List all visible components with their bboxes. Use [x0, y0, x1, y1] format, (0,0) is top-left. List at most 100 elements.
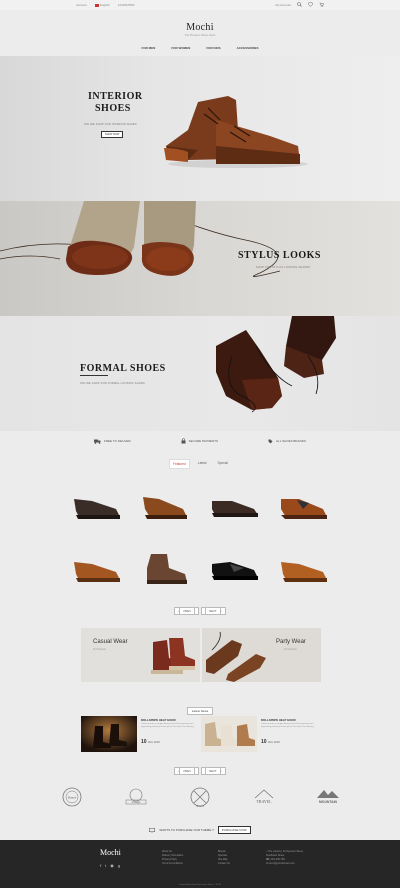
social-links: f t ◉ g	[100, 863, 120, 868]
brand-logo[interactable]: Brand	[186, 786, 214, 808]
site-logo[interactable]: Mochi	[0, 22, 400, 33]
crossed-arrows-icon: Brand	[190, 787, 210, 808]
email-line[interactable]: ✉ demo@yourdomain.com	[266, 862, 303, 866]
footer-link[interactable]: Terms & Conditions	[162, 862, 183, 866]
tab-featured[interactable]: Featured	[169, 459, 190, 469]
main-nav: FOR MEN FOR WOMEN FOR KIDS ACCESSORIES	[0, 46, 400, 50]
next-button[interactable]: NEXT ›	[201, 607, 227, 615]
flag-icon	[94, 3, 99, 7]
tag-icon	[268, 439, 273, 443]
nav-item-kids[interactable]: FOR KIDS	[206, 46, 220, 50]
footer-info-links: About Us Delivery Information Privacy Po…	[162, 850, 183, 866]
feature-payments: SECURE PAYMENTS	[181, 438, 218, 444]
blog-post[interactable]: DOLLAPEPE HELP GOOD Lorem ipsum is simpl…	[81, 716, 197, 752]
google-plus-icon[interactable]: g	[118, 863, 120, 868]
brand-logo[interactable]: Vintage	[122, 786, 150, 808]
boots-image	[164, 96, 308, 168]
monitor-icon	[149, 827, 156, 833]
product-image	[73, 499, 120, 519]
site-tagline: The Premium Shoes Store	[184, 34, 216, 37]
svg-text:MOUNTAIN: MOUNTAIN	[319, 800, 338, 804]
facebook-icon[interactable]: f	[100, 863, 101, 868]
nav-item-accessories[interactable]: ACCESSORIES	[237, 46, 259, 50]
promo-title: Casual Wear	[93, 639, 128, 645]
product-image	[211, 562, 258, 580]
language-selector[interactable]: English	[94, 3, 110, 7]
blog-post[interactable]: DOLLAPEPE HELP GOOD Lorem ipsum is simpl…	[201, 716, 319, 752]
blog-title[interactable]: DOLLAPEPE HELP GOOD	[141, 718, 176, 722]
tab-special[interactable]: Special	[214, 459, 230, 469]
product-card[interactable]	[205, 486, 264, 526]
product-card[interactable]	[67, 549, 126, 589]
site-footer: Mochi f t ◉ g About Us Delivery Informat…	[0, 840, 400, 888]
vintage-badge-icon: Vintage	[125, 788, 147, 805]
svg-text:Vintage: Vintage	[132, 800, 141, 804]
blog-pager: ‹ PREV NEXT ›	[0, 767, 400, 775]
wishlist-heart-icon[interactable]	[308, 2, 313, 7]
product-image	[142, 497, 187, 519]
blog-excerpt: Lorem ipsum is simply dummy text of the …	[261, 723, 314, 728]
hero-banner-formal[interactable]: FORMAL SHOES ONLINE SHOP FOR FORMAL LOOK…	[0, 316, 400, 431]
my-account-link[interactable]: My Account	[275, 3, 291, 7]
footer-link[interactable]: Contact Us	[218, 862, 230, 866]
purchase-now-button[interactable]: PURCHASE NOW	[217, 826, 251, 834]
product-grid-row-2	[67, 549, 333, 589]
travel-badge-icon: TRAVEL	[254, 789, 274, 804]
hero-banner-interior[interactable]: INTERIOR SHOES ONLINE SHOP FOR INTERIOR …	[0, 56, 400, 201]
product-image	[146, 554, 187, 584]
title-divider	[80, 375, 108, 376]
promo-subtitle: 2b Products	[284, 648, 297, 651]
nav-item-women[interactable]: FOR WOMEN	[171, 46, 190, 50]
casual-boots-image	[151, 638, 195, 674]
product-card[interactable]	[274, 486, 333, 526]
latest-news-heading: Latest News	[0, 699, 400, 717]
product-card[interactable]	[274, 549, 333, 589]
search-icon[interactable]	[297, 2, 302, 7]
formal-boots-image	[216, 316, 336, 413]
product-card[interactable]	[136, 486, 195, 526]
truck-icon	[94, 439, 101, 444]
blog-title[interactable]: DOLLAPEPE HELP GOOD	[261, 718, 296, 722]
mountain-badge-icon: MOUNTAIN	[317, 790, 339, 804]
product-card[interactable]	[205, 549, 264, 589]
features-strip: FREE TO DELIVER SECURE PAYMENTS ALL SHOE…	[0, 438, 400, 444]
phone-link[interactable]: 1234567890	[118, 3, 135, 7]
product-image	[73, 562, 120, 582]
product-card[interactable]	[67, 486, 126, 526]
promo-party-wear[interactable]: Party Wear 2b Products	[202, 628, 321, 682]
rss-icon[interactable]: ◉	[110, 863, 114, 868]
feature-brands: ALL SHOES BRANDS	[268, 438, 306, 444]
brand-logos: Brand Vintage Brand TRAVEL MOUNTAIN	[0, 786, 400, 808]
cart-icon[interactable]	[319, 2, 324, 7]
tab-latest[interactable]: Latest	[195, 459, 210, 469]
brand-logo[interactable]: Brand	[58, 786, 86, 808]
blog-date: 10JAN, 2018	[261, 739, 280, 745]
brand-badge-icon: Brand	[62, 787, 82, 807]
twitter-icon[interactable]: t	[105, 863, 106, 868]
banner-subtitle: SHOP FOR STYLUS LOOKING SHAPES	[256, 266, 311, 269]
brand-logo[interactable]: TRAVEL	[250, 786, 278, 808]
product-image	[280, 499, 327, 519]
footer-logo[interactable]: Mochi	[100, 848, 121, 857]
shop-now-button[interactable]: SHOP NOW	[101, 131, 124, 138]
lock-icon	[181, 438, 186, 444]
next-button[interactable]: NEXT ›	[201, 767, 227, 775]
nav-item-men[interactable]: FOR MEN	[141, 46, 155, 50]
blog-date: 10JAN, 2018	[141, 739, 160, 745]
blog-excerpt: Lorem ipsum is simply dummy text of the …	[141, 723, 194, 728]
account-dropdown[interactable]: Account	[76, 3, 87, 7]
banner-subtitle: ONLINE SHOP FOR FORMAL LOOKING SHOES	[80, 382, 145, 385]
blog-image	[201, 716, 257, 752]
brand-logo[interactable]: MOUNTAIN	[314, 786, 342, 808]
footer-extra-links: Brands Specials Site Map Contact Us	[218, 850, 230, 866]
shoes-laces-image	[0, 201, 281, 277]
product-card[interactable]	[136, 549, 195, 589]
blog-image	[81, 716, 137, 752]
banner-title: FORMAL SHOES	[80, 363, 166, 374]
svg-text:Brand: Brand	[68, 796, 76, 800]
hero-banner-stylus[interactable]: STYLUS LOOKS SHOP FOR STYLUS LOOKING SHA…	[0, 201, 400, 316]
promo-casual-wear[interactable]: Casual Wear 2b Products	[81, 628, 200, 682]
prev-button[interactable]: ‹ PREV	[173, 767, 200, 775]
prev-button[interactable]: ‹ PREV	[173, 607, 200, 615]
purchase-strip: WANTS TO PURCHASE OUR THEME ? PURCHASE N…	[0, 826, 400, 834]
